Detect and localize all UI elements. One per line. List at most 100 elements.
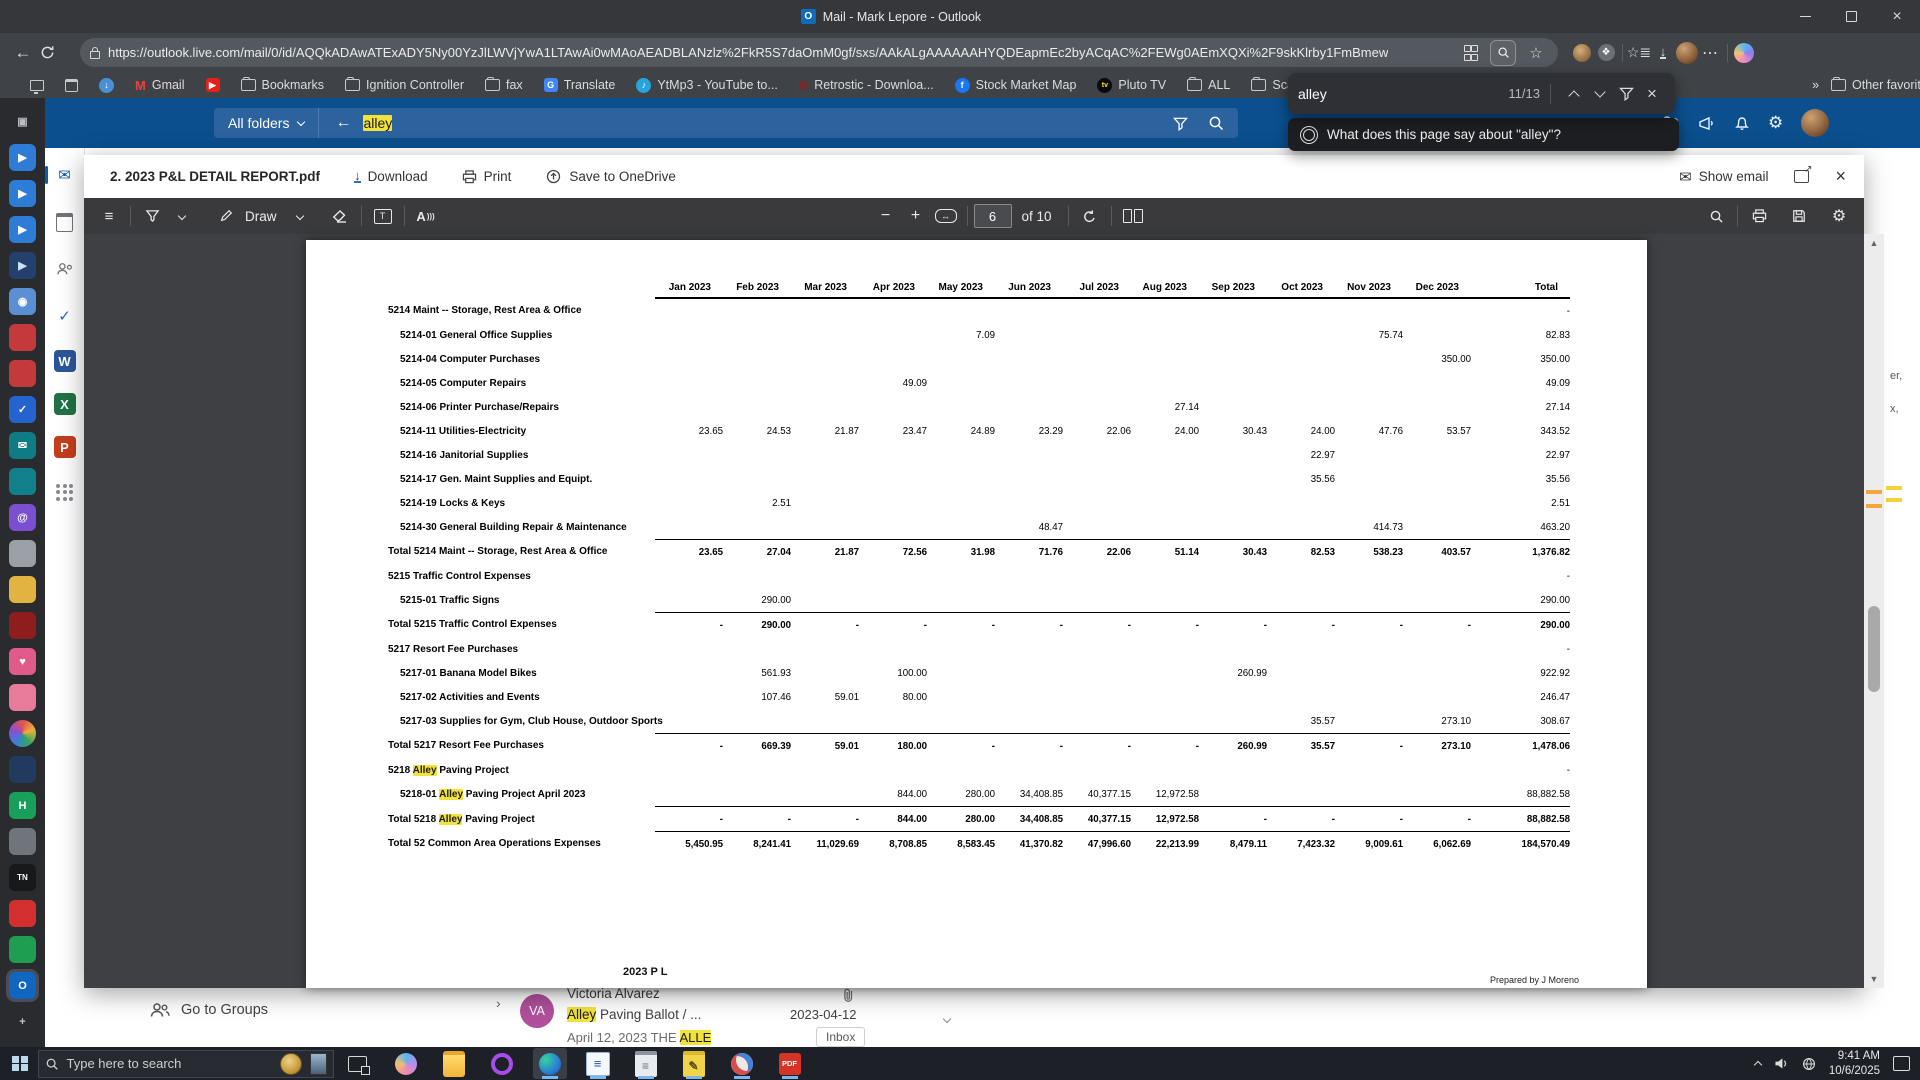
calendar-icon[interactable] <box>52 209 78 235</box>
highlighter-icon[interactable] <box>137 202 167 230</box>
show-email-button[interactable]: ✉ Show email <box>1679 168 1768 186</box>
bookmark-item[interactable] <box>30 80 44 91</box>
url-text[interactable]: https://outlook.live.com/mail/0/id/AQQkA… <box>108 45 1388 60</box>
volume-icon[interactable] <box>1774 1057 1789 1070</box>
refresh-icon[interactable] <box>40 45 74 60</box>
pdf-settings-gear-icon[interactable]: ⚙ <box>1824 202 1854 230</box>
action-center-icon[interactable] <box>1893 1056 1910 1071</box>
highlighter-dropdown-icon[interactable] <box>167 202 197 230</box>
vertical-tab[interactable] <box>9 720 36 747</box>
vertical-tab[interactable]: ✉ <box>9 432 36 459</box>
vertical-tab[interactable]: TN <box>9 864 36 891</box>
copilot-icon[interactable] <box>389 1048 423 1079</box>
extension-avatar-icon[interactable] <box>1570 41 1594 65</box>
bookmarks-overflow-icon[interactable]: » <box>1812 78 1817 92</box>
eraser-icon[interactable] <box>325 202 355 230</box>
vertical-tab[interactable]: @ <box>9 504 36 531</box>
extension-icon[interactable]: ❖ <box>1594 41 1618 65</box>
pdf-scrollbar[interactable]: ▲ ▼ <box>1864 234 1884 988</box>
settings-gear-icon[interactable]: ⚙ <box>1768 113 1783 133</box>
expand-chevron-icon[interactable]: › <box>496 995 501 1011</box>
close-preview-icon[interactable]: × <box>1835 166 1846 187</box>
taskbar-search-box[interactable]: Type here to search <box>38 1050 334 1078</box>
collections-icon[interactable]: ☆≣ <box>1627 41 1651 65</box>
tray-expand-icon[interactable] <box>1755 1055 1761 1073</box>
find-query[interactable]: alley <box>1298 86 1327 102</box>
email-list-item[interactable]: › VA Victoria Alvarez Alley Paving Ballo… <box>404 985 964 1047</box>
vertical-tab[interactable] <box>9 828 36 855</box>
writer-icon[interactable]: ≡ <box>581 1048 615 1079</box>
copilot-suggestion-tooltip[interactable]: What does this page say about "alley"? <box>1288 118 1679 151</box>
search-submit-icon[interactable] <box>1208 115 1224 131</box>
megaphone-icon[interactable] <box>1698 116 1716 131</box>
bookmark-item[interactable] <box>65 79 78 92</box>
vertical-tab[interactable]: ▶ <box>9 252 36 279</box>
page-view-icon[interactable] <box>1118 202 1148 230</box>
vertical-tab[interactable] <box>9 612 36 639</box>
zoom-out-icon[interactable]: − <box>871 202 901 230</box>
draw-dropdown-icon[interactable] <box>285 202 315 230</box>
vertical-tab[interactable] <box>9 684 36 711</box>
draw-label[interactable]: Draw <box>245 209 277 224</box>
vertical-tab[interactable] <box>9 540 36 567</box>
bookmark-item[interactable]: ♪YtMp3 - YouTube to... <box>636 78 777 93</box>
vertical-tab[interactable] <box>9 360 36 387</box>
scrollbar-thumb[interactable] <box>1868 606 1880 692</box>
people-icon[interactable] <box>52 256 78 282</box>
bookmark-item[interactable]: GTranslate <box>544 78 616 92</box>
find-filter-icon[interactable] <box>1613 81 1639 107</box>
rotate-icon[interactable] <box>1075 202 1105 230</box>
vertical-tab[interactable]: ▶ <box>9 216 36 243</box>
todo-icon[interactable]: ✓ <box>52 303 78 329</box>
bookmark-item[interactable]: ALL <box>1187 78 1230 92</box>
vertical-tab[interactable]: ♥ <box>9 648 36 675</box>
bookmark-item[interactable]: ▶ <box>206 78 220 92</box>
account-avatar[interactable] <box>1801 109 1829 137</box>
vertical-tab[interactable] <box>9 900 36 927</box>
other-favorites[interactable]: Other favorites <box>1831 78 1920 92</box>
vertical-tab[interactable]: ✓ <box>9 396 36 423</box>
downloads-icon[interactable]: ↓ <box>1651 41 1675 65</box>
split-screen-icon[interactable] <box>1458 41 1482 65</box>
vertical-tab[interactable] <box>9 936 36 963</box>
file-explorer-icon[interactable] <box>437 1048 471 1079</box>
search-back-icon[interactable]: ← <box>335 114 351 132</box>
page-number-input[interactable]: 6 <box>974 204 1012 228</box>
search-query[interactable]: alley <box>363 115 392 131</box>
restore-button[interactable] <box>1828 0 1874 33</box>
back-icon[interactable]: ← <box>6 43 40 63</box>
taskbar-clock[interactable]: 9:41 AM 10/6/2025 <box>1829 1049 1880 1078</box>
pdf-save-icon[interactable] <box>1784 202 1814 230</box>
favorite-star-icon[interactable]: ☆ <box>1524 41 1548 65</box>
opera-icon[interactable] <box>485 1048 519 1079</box>
go-to-groups[interactable]: Go to Groups <box>150 1002 268 1018</box>
vertical-tab[interactable]: ▶ <box>9 180 36 207</box>
minimize-button[interactable] <box>1782 0 1828 33</box>
word-icon[interactable]: W <box>54 350 76 372</box>
mail-icon[interactable]: ✉ <box>52 162 78 188</box>
pdf-print-icon[interactable] <box>1744 202 1774 230</box>
bell-icon[interactable] <box>1734 115 1750 131</box>
pdf-app-icon[interactable]: PDF <box>773 1048 807 1079</box>
menu-dots-icon[interactable]: ⋯ <box>1699 41 1723 65</box>
start-button[interactable] <box>12 1056 28 1072</box>
paint-icon[interactable] <box>725 1048 759 1079</box>
bookmark-item[interactable]: tvPluto TV <box>1097 78 1166 93</box>
find-close-icon[interactable]: × <box>1639 81 1665 107</box>
bookmark-item[interactable]: Bookmarks <box>241 78 325 92</box>
sticky-notes-icon[interactable]: ✎ <box>677 1048 711 1079</box>
list-scroll-caret-icon[interactable] <box>944 1010 950 1025</box>
more-apps-icon[interactable] <box>52 479 78 505</box>
bookmark-item[interactable]: fax <box>485 78 523 92</box>
vertical-tab[interactable] <box>9 324 36 351</box>
vertical-tab[interactable]: H <box>9 792 36 819</box>
vertical-tab[interactable]: ▣ <box>9 108 36 135</box>
bookmark-item[interactable]: ↓ <box>99 78 114 93</box>
draw-pen-icon[interactable] <box>211 202 241 230</box>
excel-icon[interactable]: X <box>54 393 76 415</box>
scroll-down-icon[interactable]: ▼ <box>1864 970 1884 988</box>
scroll-up-icon[interactable]: ▲ <box>1864 234 1884 252</box>
print-button[interactable]: Print <box>462 169 512 184</box>
read-aloud-icon[interactable]: A))) <box>411 202 441 230</box>
task-view-icon[interactable] <box>348 1056 367 1072</box>
